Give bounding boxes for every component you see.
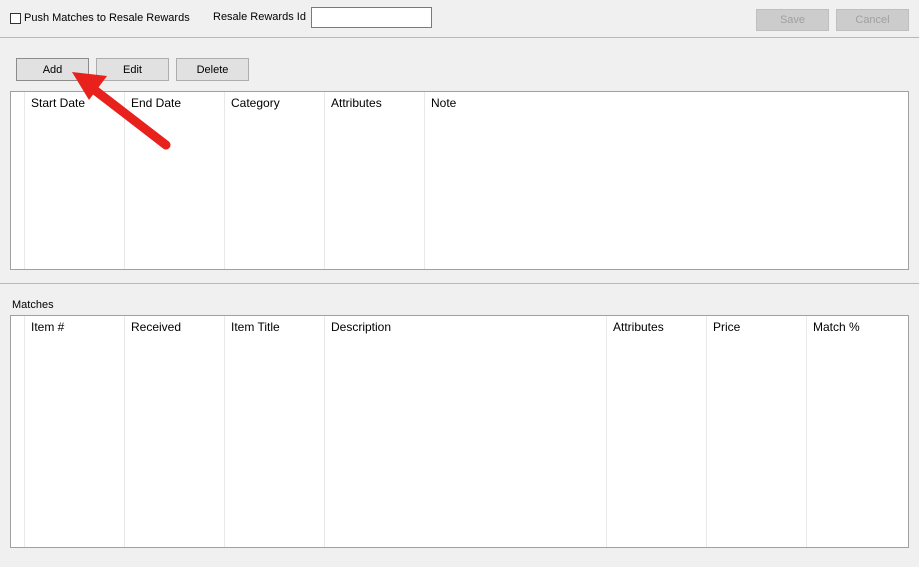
grid-column-divider [224, 92, 225, 269]
resale-rewards-id-label: Resale Rewards Id [213, 11, 306, 23]
section-divider [0, 283, 919, 284]
push-matches-checkbox-wrap[interactable]: Push Matches to Resale Rewards [10, 11, 190, 25]
grid-column-divider [706, 316, 707, 547]
delete-button[interactable]: Delete [176, 58, 249, 81]
column-header-item-title[interactable]: Item Title [231, 320, 280, 334]
push-matches-label: Push Matches to Resale Rewards [24, 12, 190, 24]
cancel-button[interactable]: Cancel [836, 9, 909, 31]
save-button[interactable]: Save [756, 9, 829, 31]
edit-button[interactable]: Edit [96, 58, 169, 81]
matches-grid[interactable]: Item # Received Item Title Description A… [10, 315, 909, 548]
grid-column-divider [124, 92, 125, 269]
matches-section-label: Matches [12, 299, 54, 311]
column-header-attributes[interactable]: Attributes [331, 96, 382, 110]
grid-column-divider [224, 316, 225, 547]
grid-column-divider [24, 316, 25, 547]
grid-column-divider [324, 316, 325, 547]
column-header-end-date[interactable]: End Date [131, 96, 181, 110]
grid-column-divider [424, 92, 425, 269]
grid-column-divider [606, 316, 607, 547]
grid-column-divider [124, 316, 125, 547]
column-header-received[interactable]: Received [131, 320, 181, 334]
column-header-price[interactable]: Price [713, 320, 740, 334]
column-header-item-number[interactable]: Item # [31, 320, 64, 334]
column-header-attributes[interactable]: Attributes [613, 320, 664, 334]
push-matches-checkbox[interactable] [10, 12, 21, 24]
grid-column-divider [24, 92, 25, 269]
column-header-note[interactable]: Note [431, 96, 456, 110]
column-header-description[interactable]: Description [331, 320, 391, 334]
add-button[interactable]: Add [16, 58, 89, 81]
column-header-match-percent[interactable]: Match % [813, 320, 860, 334]
column-header-start-date[interactable]: Start Date [31, 96, 85, 110]
grid-column-divider [806, 316, 807, 547]
grid-column-divider [324, 92, 325, 269]
column-header-category[interactable]: Category [231, 96, 280, 110]
resale-rewards-id-input[interactable] [311, 7, 432, 28]
rules-grid[interactable]: Start Date End Date Category Attributes … [10, 91, 909, 270]
